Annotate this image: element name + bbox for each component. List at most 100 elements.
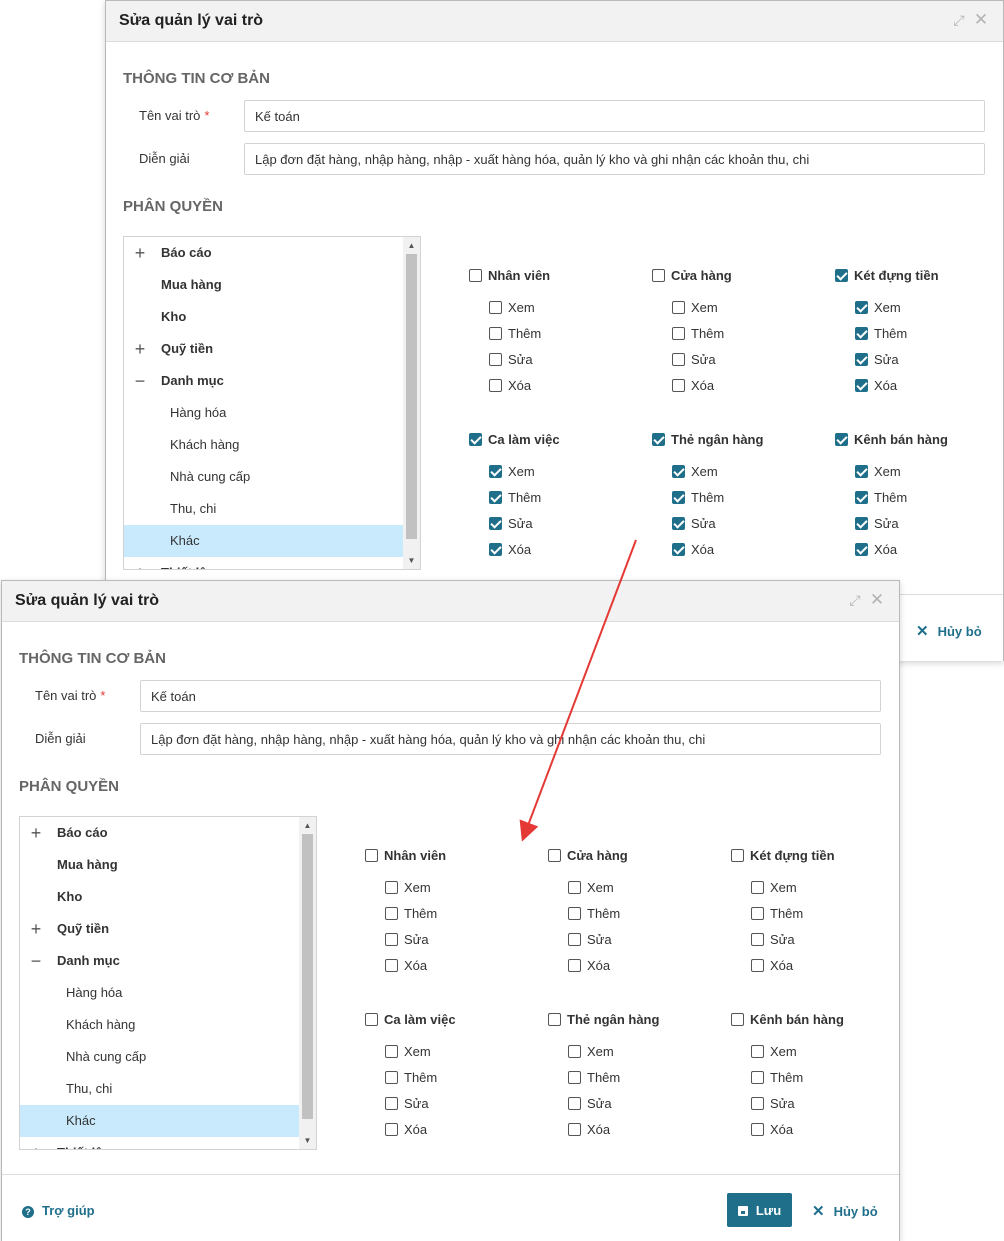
tree-item[interactable]: Kho xyxy=(124,301,404,333)
checkbox[interactable] xyxy=(568,1071,581,1085)
checkbox[interactable] xyxy=(672,491,685,505)
checkbox[interactable] xyxy=(568,881,581,895)
tree-item[interactable]: Thu, chi xyxy=(20,1073,300,1105)
tree-item[interactable]: − Danh mục xyxy=(124,365,404,397)
checkbox[interactable] xyxy=(489,491,502,505)
checkbox[interactable] xyxy=(548,849,561,863)
checkbox[interactable] xyxy=(469,433,482,447)
tree-item[interactable]: + Báo cáo xyxy=(20,817,300,849)
checkbox[interactable] xyxy=(568,1097,581,1111)
checkbox[interactable] xyxy=(652,269,665,283)
help-link[interactable]: ? Trợ giúp xyxy=(22,1203,95,1218)
checkbox[interactable] xyxy=(385,933,398,947)
checkbox[interactable] xyxy=(751,907,764,921)
checkbox[interactable] xyxy=(751,1071,764,1085)
role-name-input[interactable] xyxy=(140,680,881,712)
permission-action-checkbox[interactable]: Thêm xyxy=(489,488,541,506)
checkbox[interactable] xyxy=(489,327,502,341)
checkbox[interactable] xyxy=(385,1097,398,1111)
permission-action-checkbox[interactable]: Xem xyxy=(751,1042,797,1060)
permission-action-checkbox[interactable]: Xem xyxy=(855,462,901,480)
checkbox[interactable] xyxy=(672,301,685,315)
tree-item[interactable]: Nhà cung cấp xyxy=(20,1041,300,1073)
checkbox[interactable] xyxy=(652,433,665,447)
tree-scrollbar[interactable]: ▲ ▼ xyxy=(299,817,316,1149)
permission-group-checkbox[interactable]: Kênh bán hàng xyxy=(835,430,948,448)
checkbox[interactable] xyxy=(672,379,685,393)
checkbox[interactable] xyxy=(751,933,764,947)
expand-node-icon[interactable]: + xyxy=(133,333,147,365)
permission-action-checkbox[interactable]: Thêm xyxy=(751,1068,803,1086)
tree-item[interactable]: Hàng hóa xyxy=(124,397,404,429)
permission-action-checkbox[interactable]: Sửa xyxy=(568,930,612,948)
permission-action-checkbox[interactable]: Xem xyxy=(385,878,431,896)
collapse-node-icon[interactable]: − xyxy=(133,365,147,397)
checkbox[interactable] xyxy=(469,269,482,283)
scroll-down-icon[interactable]: ▼ xyxy=(403,552,420,569)
permission-action-checkbox[interactable]: Xem xyxy=(751,878,797,896)
permission-action-checkbox[interactable]: Sửa xyxy=(672,350,716,368)
cancel-button[interactable]: ✕ Hủy bỏ xyxy=(812,1202,878,1220)
checkbox[interactable] xyxy=(855,491,868,505)
permission-action-checkbox[interactable]: Sửa xyxy=(751,1094,795,1112)
permission-action-checkbox[interactable]: Xem xyxy=(672,298,718,316)
permission-group-checkbox[interactable]: Thẻ ngân hàng xyxy=(652,430,763,448)
permission-group-checkbox[interactable]: Két đựng tiền xyxy=(731,846,835,864)
checkbox[interactable] xyxy=(751,1097,764,1111)
tree-item[interactable]: + Quỹ tiền xyxy=(20,913,300,945)
permission-action-checkbox[interactable]: Thêm xyxy=(568,1068,620,1086)
checkbox[interactable] xyxy=(489,379,502,393)
role-name-input[interactable] xyxy=(244,100,985,132)
checkbox[interactable] xyxy=(855,517,868,531)
permission-action-checkbox[interactable]: Thêm xyxy=(672,324,724,342)
permission-action-checkbox[interactable]: Xóa xyxy=(672,376,714,394)
permission-group-checkbox[interactable]: Nhân viên xyxy=(469,266,550,284)
checkbox[interactable] xyxy=(385,907,398,921)
tree-item[interactable]: Nhà cung cấp xyxy=(124,461,404,493)
tree-item[interactable]: Mua hàng xyxy=(20,849,300,881)
permission-group-checkbox[interactable]: Thẻ ngân hàng xyxy=(548,1010,659,1028)
checkbox[interactable] xyxy=(731,1013,744,1027)
permission-action-checkbox[interactable]: Thêm xyxy=(489,324,541,342)
description-input[interactable] xyxy=(244,143,985,175)
checkbox[interactable] xyxy=(672,517,685,531)
checkbox[interactable] xyxy=(385,1123,398,1137)
permission-action-checkbox[interactable]: Xóa xyxy=(855,540,897,558)
checkbox[interactable] xyxy=(568,1045,581,1059)
permission-action-checkbox[interactable]: Sửa xyxy=(385,1094,429,1112)
permission-group-checkbox[interactable]: Két đựng tiền xyxy=(835,266,939,284)
checkbox[interactable] xyxy=(385,881,398,895)
tree-scrollbar[interactable]: ▲ ▼ xyxy=(403,237,420,569)
permission-action-checkbox[interactable]: Xóa xyxy=(385,956,427,974)
checkbox[interactable] xyxy=(489,301,502,315)
checkbox[interactable] xyxy=(751,959,764,973)
permission-action-checkbox[interactable]: Sửa xyxy=(489,514,533,532)
permission-group-checkbox[interactable]: Nhân viên xyxy=(365,846,446,864)
permission-group-checkbox[interactable]: Ca làm việc xyxy=(365,1010,456,1028)
cancel-button[interactable]: ✕ Hủy bỏ xyxy=(916,622,982,640)
permission-action-checkbox[interactable]: Thêm xyxy=(672,488,724,506)
permission-group-checkbox[interactable]: Cửa hàng xyxy=(652,266,732,284)
scroll-up-icon[interactable]: ▲ xyxy=(403,237,420,254)
tree-item[interactable]: Kho xyxy=(20,881,300,913)
permission-action-checkbox[interactable]: Xóa xyxy=(489,376,531,394)
checkbox[interactable] xyxy=(568,907,581,921)
expand-node-icon[interactable]: + xyxy=(133,237,147,269)
checkbox[interactable] xyxy=(731,849,744,863)
permission-action-checkbox[interactable]: Sửa xyxy=(385,930,429,948)
close-icon[interactable]: ✕ xyxy=(869,591,885,608)
tree-item[interactable]: Thu, chi xyxy=(124,493,404,525)
permission-action-checkbox[interactable]: Thêm xyxy=(385,904,437,922)
checkbox[interactable] xyxy=(568,933,581,947)
tree-item[interactable]: + Thiết lập xyxy=(124,557,404,569)
checkbox[interactable] xyxy=(489,465,502,479)
checkbox[interactable] xyxy=(672,465,685,479)
checkbox[interactable] xyxy=(672,543,685,557)
permission-action-checkbox[interactable]: Sửa xyxy=(751,930,795,948)
description-input[interactable] xyxy=(140,723,881,755)
scroll-thumb[interactable] xyxy=(406,254,417,539)
checkbox[interactable] xyxy=(365,849,378,863)
checkbox[interactable] xyxy=(751,1123,764,1137)
checkbox[interactable] xyxy=(489,517,502,531)
checkbox[interactable] xyxy=(835,433,848,447)
